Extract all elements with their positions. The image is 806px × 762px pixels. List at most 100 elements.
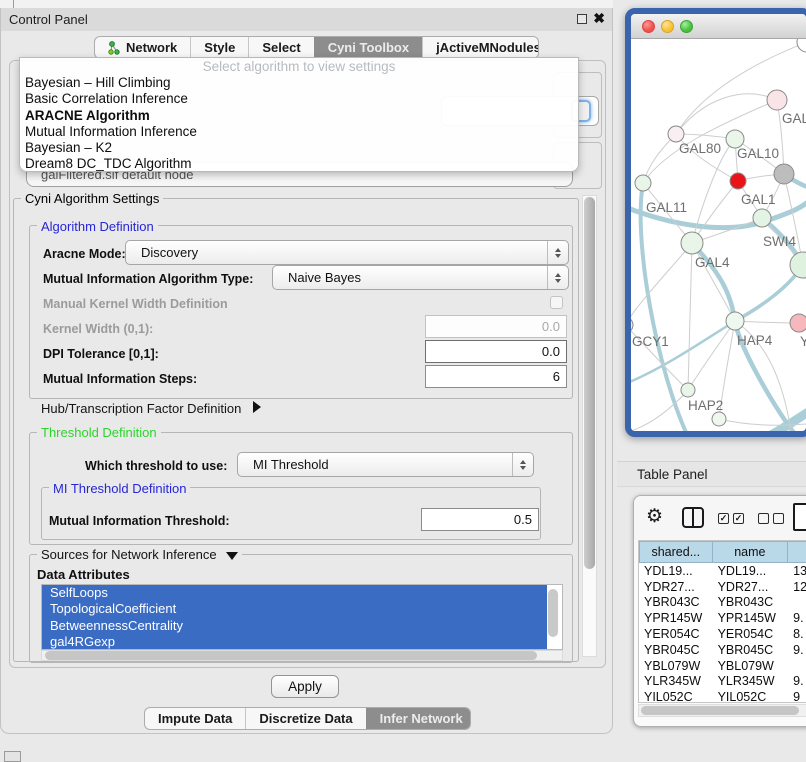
network-window-titlebar[interactable] bbox=[631, 14, 806, 39]
sources-expander[interactable]: Sources for Network Inference bbox=[37, 547, 242, 562]
table-cell[interactable]: YBR045C bbox=[713, 643, 789, 657]
deselect-all-checkbox-icon[interactable] bbox=[773, 513, 784, 524]
dpi-tolerance-field[interactable]: 0.0 bbox=[425, 340, 567, 363]
network-node-gal7[interactable] bbox=[767, 90, 787, 110]
attribute-item[interactable]: BetweennessCentrality bbox=[42, 618, 547, 634]
table-row[interactable]: YDR27...YDR27...12 bbox=[639, 579, 806, 595]
table-cell[interactable]: 12 bbox=[788, 580, 806, 594]
table-row[interactable]: YPR145WYPR145W9. bbox=[639, 610, 806, 626]
columns-icon[interactable] bbox=[682, 507, 704, 528]
collapsed-panel-icon[interactable] bbox=[4, 751, 21, 762]
attribute-item[interactable]: SelfLoops bbox=[42, 585, 547, 601]
tab-cyni-toolbox[interactable]: Cyni Toolbox bbox=[314, 37, 422, 58]
mi-steps-field[interactable]: 6 bbox=[425, 365, 567, 388]
table-cell[interactable]: YIL052C bbox=[713, 690, 789, 703]
table-cell[interactable]: YBL079W bbox=[713, 659, 789, 673]
close-traffic-light-icon[interactable] bbox=[642, 20, 655, 33]
which-threshold-combobox[interactable]: MI Threshold bbox=[237, 452, 534, 477]
aracne-mode-combobox[interactable]: Discovery bbox=[125, 240, 569, 265]
table-row[interactable]: YLR345WYLR345W9. bbox=[639, 674, 806, 690]
table-cell[interactable]: 13 bbox=[788, 564, 806, 578]
network-node-hap4[interactable] bbox=[726, 312, 744, 330]
gear-icon[interactable]: ⚙ bbox=[646, 505, 663, 528]
network-view-window[interactable]: GAL7GAL80GAL10GAL1GAL11SWI4GAL4GCY1HAP4Y… bbox=[625, 8, 806, 437]
float-window-icon[interactable] bbox=[577, 14, 587, 24]
minimize-traffic-light-icon[interactable] bbox=[661, 20, 674, 33]
algorithm-option[interactable]: Bayesian – Hill Climbing bbox=[20, 75, 578, 91]
network-node-y[interactable] bbox=[790, 314, 806, 332]
algorithm-option[interactable]: Bayesian – K2 bbox=[20, 140, 578, 156]
table-row[interactable]: YIL052CYIL052C9 bbox=[639, 689, 806, 703]
close-icon[interactable]: ✖ bbox=[593, 10, 605, 27]
algorithm-option[interactable]: Basic Correlation Inference bbox=[20, 91, 578, 107]
tab-select[interactable]: Select bbox=[248, 37, 313, 58]
settings-scrollbar-thumb[interactable] bbox=[584, 197, 595, 569]
tab-discretize-data[interactable]: Discretize Data bbox=[245, 708, 365, 729]
table-row[interactable]: YDL19...YDL19...13 bbox=[639, 563, 806, 579]
table-cell[interactable]: YDR27... bbox=[639, 580, 713, 594]
new-table-icon[interactable] bbox=[793, 503, 806, 531]
attribute-item[interactable]: gal4RGexp bbox=[42, 634, 547, 650]
manual-kernel-width-checkbox[interactable] bbox=[550, 296, 563, 309]
table-cell[interactable]: YLR345W bbox=[713, 674, 789, 688]
network-node-gal80[interactable] bbox=[668, 126, 684, 142]
table-cell[interactable]: YDL19... bbox=[639, 564, 713, 578]
mi-threshold-field[interactable]: 0.5 bbox=[421, 508, 539, 531]
table-cell[interactable]: 8. bbox=[788, 627, 806, 641]
table-cell[interactable]: YPR145W bbox=[639, 611, 713, 625]
table-hscrollbar-thumb[interactable] bbox=[641, 706, 799, 715]
network-node-swi4[interactable] bbox=[753, 209, 771, 227]
network-node-hap2[interactable] bbox=[681, 383, 695, 397]
network-node-gal11[interactable] bbox=[635, 175, 651, 191]
network-canvas[interactable]: GAL7GAL80GAL10GAL1GAL11SWI4GAL4GCY1HAP4Y… bbox=[631, 39, 806, 431]
table-cell[interactable]: YPR145W bbox=[713, 611, 789, 625]
tab-impute-data[interactable]: Impute Data bbox=[145, 708, 245, 729]
table-cell[interactable]: YER054C bbox=[639, 627, 713, 641]
table-cell[interactable]: YBR043C bbox=[639, 595, 713, 609]
network-node-gal4[interactable] bbox=[681, 232, 703, 254]
column-header-shared-name[interactable]: shared... bbox=[639, 541, 713, 563]
zoom-traffic-light-icon[interactable] bbox=[680, 20, 693, 33]
table-cell[interactable]: YBR043C bbox=[713, 595, 789, 609]
tab-network[interactable]: Network bbox=[95, 37, 190, 58]
table-cell[interactable]: YLR345W bbox=[639, 674, 713, 688]
network-node-gcy1[interactable] bbox=[631, 317, 633, 333]
deselect-all-checkbox-icon[interactable] bbox=[758, 513, 769, 524]
attribute-item[interactable]: TopologicalCoefficient bbox=[42, 601, 547, 617]
table-row[interactable]: YBR045CYBR045C9. bbox=[639, 642, 806, 658]
table-cell[interactable]: 9. bbox=[788, 643, 806, 657]
algorithm-option[interactable]: ARACNE Algorithm bbox=[20, 108, 578, 124]
mi-algorithm-type-combobox[interactable]: Naive Bayes bbox=[272, 265, 569, 290]
network-node[interactable] bbox=[712, 412, 726, 426]
table-row[interactable]: YER054CYER054C8. bbox=[639, 626, 806, 642]
tab-jactivemnodules[interactable]: jActiveMNodules bbox=[422, 37, 539, 58]
data-attributes-list[interactable]: SelfLoopsTopologicalCoefficientBetweenne… bbox=[41, 584, 563, 650]
table-cell[interactable]: YBL079W bbox=[639, 659, 713, 673]
table-cell[interactable]: YIL052C bbox=[639, 690, 713, 703]
column-header-partial[interactable] bbox=[788, 541, 806, 563]
attributes-hscrollbar-thumb[interactable] bbox=[45, 651, 537, 660]
network-node[interactable] bbox=[790, 252, 806, 278]
table-cell[interactable]: YDL19... bbox=[713, 564, 789, 578]
table-cell[interactable]: YBR045C bbox=[639, 643, 713, 657]
column-header-name[interactable]: name bbox=[713, 541, 789, 563]
network-node[interactable] bbox=[797, 39, 806, 52]
table-row[interactable]: YBL079WYBL079W bbox=[639, 658, 806, 674]
network-node-gal1[interactable] bbox=[730, 173, 746, 189]
kernel-width-field[interactable]: 0.0 bbox=[425, 315, 567, 338]
table-row[interactable]: YBR043CYBR043C bbox=[639, 595, 806, 611]
table-cell[interactable]: 9 bbox=[788, 690, 806, 703]
apply-button[interactable]: Apply bbox=[271, 675, 339, 698]
select-all-checkbox-icon[interactable]: ✓ bbox=[733, 513, 744, 524]
hub-definition-expander[interactable]: Hub/Transcription Factor Definition bbox=[41, 401, 261, 416]
table-cell[interactable]: 9. bbox=[788, 674, 806, 688]
network-node[interactable] bbox=[774, 164, 794, 184]
node-attribute-table[interactable]: shared... name YDL19...YDL19...13YDR27..… bbox=[638, 540, 806, 703]
attributes-vscrollbar-thumb[interactable] bbox=[548, 589, 558, 637]
select-all-checkbox-icon[interactable]: ✓ bbox=[718, 513, 729, 524]
table-cell[interactable]: YER054C bbox=[713, 627, 789, 641]
table-cell[interactable]: 9. bbox=[788, 611, 806, 625]
tab-style[interactable]: Style bbox=[190, 37, 248, 58]
algorithm-option[interactable]: Mutual Information Inference bbox=[20, 124, 578, 140]
table-cell[interactable]: YDR27... bbox=[713, 580, 789, 594]
